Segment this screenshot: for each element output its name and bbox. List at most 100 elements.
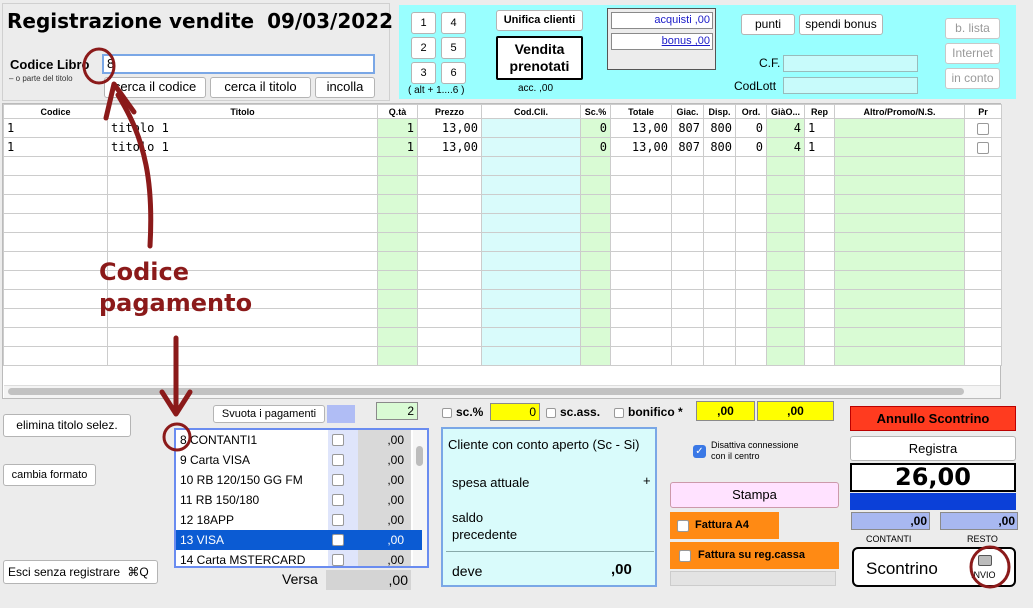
table-row-empty[interactable] [3, 346, 1002, 366]
keypad-key-5[interactable]: 5 [441, 37, 466, 59]
col-rep[interactable]: Rep [804, 104, 835, 119]
cell-totale[interactable]: 13,00 [610, 137, 672, 157]
fattura-a4-row[interactable]: Fattura A4 [670, 512, 779, 539]
cell-pr[interactable] [964, 118, 1002, 138]
annullo-scontrino-button[interactable]: Annullo Scontrino [850, 406, 1016, 431]
col-disp[interactable]: Disp. [703, 104, 736, 119]
cell-codcli[interactable] [481, 137, 581, 157]
payment-item-checkbox[interactable] [332, 434, 344, 446]
horizontal-scrollbar-thumb[interactable] [8, 388, 964, 395]
payment-item-amount[interactable]: ,00 [387, 433, 404, 447]
cell-codcli[interactable] [481, 118, 581, 138]
cerca-codice-button[interactable]: cerca il codice [104, 77, 206, 98]
payment-item-checkbox[interactable] [332, 534, 344, 546]
col-totale[interactable]: Totale [610, 104, 672, 119]
col-prezzo[interactable]: Prezzo [417, 104, 482, 119]
col-codice[interactable]: Codice [3, 104, 108, 119]
payment-item[interactable]: 11 RB 150/180 ,00 [176, 490, 422, 510]
payment-item-amount[interactable]: ,00 [387, 533, 404, 547]
sc-checkbox[interactable] [442, 408, 452, 418]
elimina-titolo-button[interactable]: elimina titolo selez. [3, 414, 131, 437]
table-row-empty[interactable] [3, 232, 1002, 252]
payment-item[interactable]: 8 CONTANTI1 ,00 [176, 430, 422, 450]
cell-altro[interactable] [834, 118, 965, 138]
table-row[interactable]: 1 titolo 1 1 13,00 0 13,00 807 800 0 4 1 [3, 118, 1002, 138]
cell-prezzo[interactable]: 13,00 [417, 118, 482, 138]
cell-totale[interactable]: 13,00 [610, 118, 672, 138]
payment-item-amount[interactable]: ,00 [387, 553, 404, 566]
keypad-key-3[interactable]: 3 [411, 62, 436, 84]
table-row-empty[interactable] [3, 175, 1002, 195]
cambia-formato-button[interactable]: cambia formato [3, 464, 96, 486]
spesa-plus-button[interactable]: + [643, 473, 651, 488]
col-giao[interactable]: GiàO... [766, 104, 805, 119]
payment-item[interactable]: 13 VISA ,00 [176, 530, 422, 550]
col-codcli[interactable]: Cod.Cli. [481, 104, 581, 119]
payment-item[interactable]: 10 RB 120/150 GG FM ,00 [176, 470, 422, 490]
payment-item[interactable]: 12 18APP ,00 [176, 510, 422, 530]
col-ord[interactable]: Ord. [735, 104, 767, 119]
pr-checkbox[interactable] [977, 141, 989, 154]
scass-checkbox[interactable] [546, 408, 556, 418]
esci-button[interactable]: Esci senza registrare ⌘Q [3, 560, 158, 584]
bonifico-checkbox[interactable] [614, 408, 624, 418]
payment-item-amount[interactable]: ,00 [387, 453, 404, 467]
payment-item-amount[interactable]: ,00 [387, 473, 404, 487]
col-qta[interactable]: Q.tà [377, 104, 418, 119]
cell-rep[interactable]: 1 [804, 137, 835, 157]
table-row-empty[interactable] [3, 327, 1002, 347]
fattura-reg-row[interactable]: Fattura su reg.cassa [670, 542, 839, 569]
payment-item-checkbox[interactable] [332, 514, 344, 526]
payment-item-checkbox[interactable] [332, 494, 344, 506]
b-lista-button[interactable]: b. lista [945, 18, 1000, 39]
cell-titolo[interactable]: titolo 1 [107, 137, 378, 157]
table-row[interactable]: 1 titolo 1 1 13,00 0 13,00 807 800 0 4 1 [3, 137, 1002, 157]
codice-input[interactable]: 8 [102, 54, 375, 74]
payment-item-amount[interactable]: ,00 [387, 493, 404, 507]
contanti-field[interactable]: ,00 [851, 512, 930, 530]
bonifico-field-2[interactable]: ,00 [757, 401, 834, 421]
cf-input[interactable] [783, 55, 918, 72]
table-row-empty[interactable] [3, 156, 1002, 176]
col-pr[interactable]: Pr [964, 104, 1002, 119]
keypad-key-2[interactable]: 2 [411, 37, 436, 59]
col-giac[interactable]: Giac. [671, 104, 704, 119]
bonus-field[interactable]: bonus ,00 [611, 33, 713, 50]
cell-titolo[interactable]: titolo 1 [107, 118, 378, 138]
bonifico-field-1[interactable]: ,00 [696, 401, 755, 421]
scontrino-button[interactable]: Scontrino INVIO [852, 547, 1016, 587]
cell-altro[interactable] [834, 137, 965, 157]
payment-item-amount[interactable]: ,00 [387, 513, 404, 527]
vendita-prenotati-button[interactable]: Vendita prenotati [496, 36, 583, 80]
payments-list[interactable]: 8 CONTANTI1,00 9 Carta VISA ,00 10 RB 120/1… [174, 428, 429, 568]
disattiva-checkbox[interactable]: ✓ [693, 445, 706, 458]
in-conto-button[interactable]: in conto [945, 68, 1000, 89]
cell-sc[interactable]: 0 [580, 137, 611, 157]
keypad-key-6[interactable]: 6 [441, 62, 466, 84]
payment-item[interactable]: 9 Carta VISA ,00 [176, 450, 422, 470]
pr-checkbox[interactable] [977, 122, 989, 135]
cell-pr[interactable] [964, 137, 1002, 157]
internet-button[interactable]: Internet [945, 43, 1000, 64]
cell-qta[interactable]: 1 [377, 118, 418, 138]
punti-button[interactable]: punti [741, 14, 795, 35]
payment-item-checkbox[interactable] [332, 554, 344, 566]
table-row-empty[interactable] [3, 213, 1002, 233]
spendi-bonus-button[interactable]: spendi bonus [799, 14, 883, 35]
payment-item-checkbox[interactable] [332, 454, 344, 466]
cell-codice[interactable]: 1 [3, 118, 108, 138]
sales-table[interactable]: Codice Titolo Q.tà Prezzo Cod.Cli. Sc.% … [3, 104, 1002, 366]
payment-item[interactable]: 14 Carta MSTERCARD ,00 [176, 550, 422, 566]
unifica-clienti-button[interactable]: Unifica clienti [496, 10, 583, 31]
qty-field[interactable]: 2 [376, 402, 418, 420]
registra-button[interactable]: Registra [850, 436, 1016, 461]
fattura-reg-checkbox[interactable] [679, 550, 691, 562]
cell-sc[interactable]: 0 [580, 118, 611, 138]
col-sc[interactable]: Sc.% [580, 104, 611, 119]
codlott-input[interactable] [783, 77, 918, 94]
cell-rep[interactable]: 1 [804, 118, 835, 138]
fattura-a4-checkbox[interactable] [677, 520, 689, 532]
cerca-titolo-button[interactable]: cerca il titolo [210, 77, 311, 98]
cell-codice[interactable]: 1 [3, 137, 108, 157]
svuota-pagamenti-button[interactable]: Svuota i pagamenti [213, 405, 325, 423]
